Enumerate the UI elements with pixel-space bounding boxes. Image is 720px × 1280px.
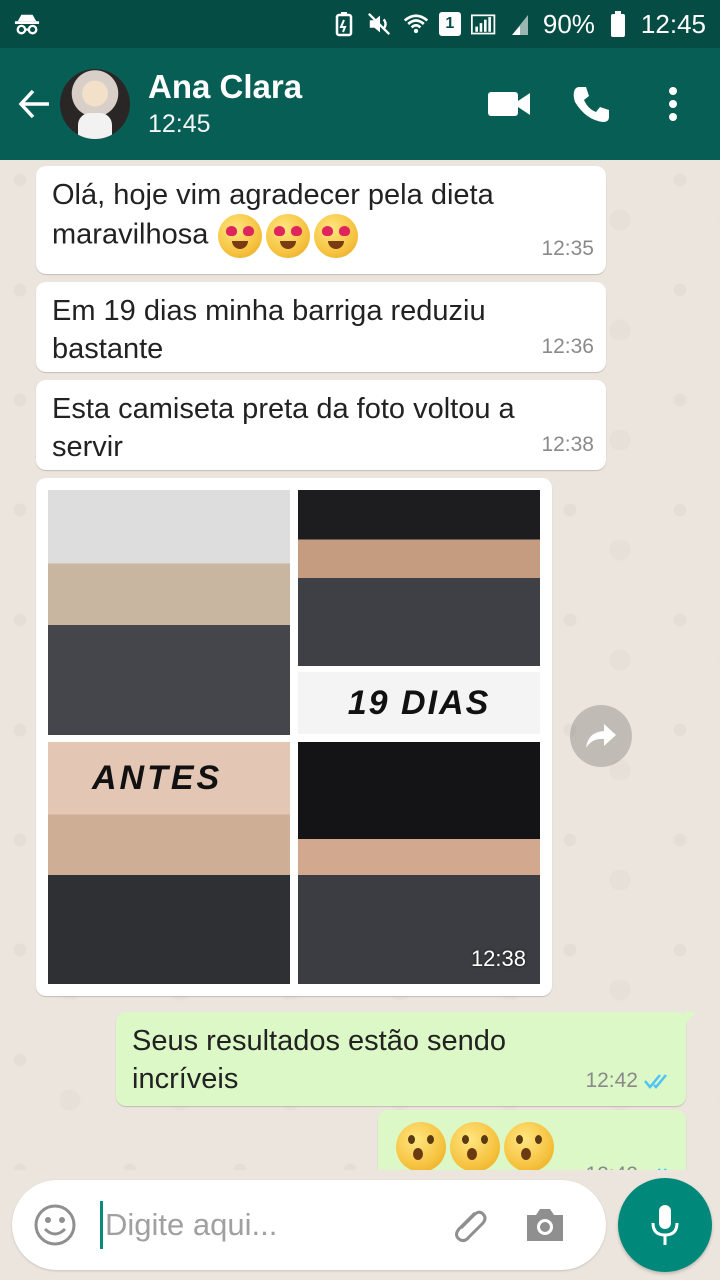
message-bubble-outgoing[interactable]: 12:42 [378, 1110, 686, 1170]
message-line: servir [52, 431, 123, 463]
attach-button[interactable] [441, 1197, 497, 1253]
message-time-text: 12:42 [585, 1069, 638, 1092]
message-time-text: 12:35 [541, 237, 594, 260]
message-time-text: 12:36 [541, 335, 594, 358]
status-left [14, 11, 331, 37]
message-time: 12:42 [585, 1062, 674, 1100]
message-time-text: 12:42 [585, 1156, 638, 1170]
message-line: Em 19 dias minha barriga reduziu [52, 295, 486, 327]
hushed-face-emoji-icon [450, 1122, 500, 1170]
status-bar: 1 90% 12:45 [0, 0, 720, 48]
heart-eyes-emoji-icon [266, 214, 311, 258]
image-message[interactable]: 19 DIAS ANTES 12:38 [36, 478, 552, 996]
hushed-face-emoji-icon [396, 1122, 446, 1170]
chat-header: Ana Clara 12:45 [0, 48, 720, 160]
video-call-button[interactable] [476, 71, 542, 137]
message-time: 12:38 [470, 946, 526, 971]
message-line: Esta camiseta preta da foto voltou a [52, 393, 515, 425]
microphone-icon [651, 1205, 679, 1245]
status-time: 12:45 [640, 8, 706, 39]
chat-area[interactable]: Olá, hoje vim agradecer pela dieta marav… [0, 160, 720, 1170]
contact-name: Ana Clara [148, 68, 303, 105]
text-caret [100, 1201, 103, 1249]
message-line: bastante [52, 333, 164, 365]
more-vertical-icon [669, 87, 677, 121]
message-text: Em 19 dias minha barriga reduziu bastant… [36, 282, 606, 368]
mute-icon [367, 11, 393, 37]
status-right: 1 90% 12:45 [331, 9, 706, 40]
camera-button[interactable] [517, 1197, 573, 1253]
message-time: 12:38 [541, 426, 594, 464]
paperclip-icon [455, 1210, 487, 1243]
message-input[interactable] [105, 1207, 435, 1243]
message-bubble-outgoing[interactable]: Seus resultados estão sendo incríveis 12… [116, 1012, 696, 1106]
message-time: 12:35 [541, 230, 594, 268]
message-bubble[interactable]: Olá, hoje vim agradecer pela dieta marav… [36, 166, 606, 274]
arrow-left-icon [18, 89, 49, 119]
message-time: 12:36 [541, 328, 594, 366]
forward-button[interactable] [570, 705, 632, 767]
contact-last-seen: 12:45 [148, 110, 211, 138]
image-collage[interactable]: 19 DIAS ANTES 12:38 [42, 484, 546, 990]
voice-call-button[interactable] [558, 71, 624, 137]
before-label: ANTES [92, 759, 223, 797]
input-bar [0, 1170, 720, 1280]
heart-eyes-emoji-icon [314, 214, 359, 258]
photo-after-top [298, 490, 540, 666]
signal-icon [470, 11, 497, 37]
wifi-icon [403, 11, 429, 37]
message-text: Esta camiseta preta da foto voltou a ser… [36, 380, 606, 466]
signal-secondary-icon [507, 11, 533, 37]
message-time-text: 12:38 [541, 433, 594, 456]
contact-avatar[interactable] [60, 69, 130, 139]
after-label: 19 DIAS [298, 672, 540, 734]
read-ticks-icon [644, 1074, 667, 1089]
back-button[interactable] [10, 79, 60, 129]
incognito-icon [14, 11, 40, 37]
message-line: Seus resultados estão sendo [132, 1025, 507, 1057]
more-options-button[interactable] [640, 71, 706, 137]
message-bubble[interactable]: Esta camiseta preta da foto voltou a ser… [36, 380, 606, 470]
message-time: 12:42 [585, 1156, 674, 1170]
video-camera-icon [488, 92, 530, 116]
battery-saver-icon [331, 11, 357, 37]
voice-message-button[interactable] [618, 1178, 712, 1272]
sim-slot-badge: 1 [438, 12, 461, 36]
message-text: Olá, hoje vim agradecer pela dieta marav… [36, 166, 606, 258]
battery-percent: 90% [542, 8, 595, 39]
hushed-face-emoji-icon [504, 1122, 554, 1170]
battery-icon [605, 11, 631, 37]
photo-before-top [48, 490, 290, 735]
message-compose [12, 1180, 606, 1270]
message-bubble[interactable]: Em 19 dias minha barriga reduziu bastant… [36, 282, 606, 372]
share-forward-icon [586, 724, 616, 748]
emoji-button[interactable] [30, 1200, 80, 1250]
contact-info[interactable]: Ana Clara 12:45 [148, 67, 476, 141]
phone-icon [573, 87, 609, 122]
heart-eyes-emoji-icon [218, 214, 263, 258]
camera-icon [527, 1209, 563, 1241]
smiley-icon [34, 1204, 76, 1246]
